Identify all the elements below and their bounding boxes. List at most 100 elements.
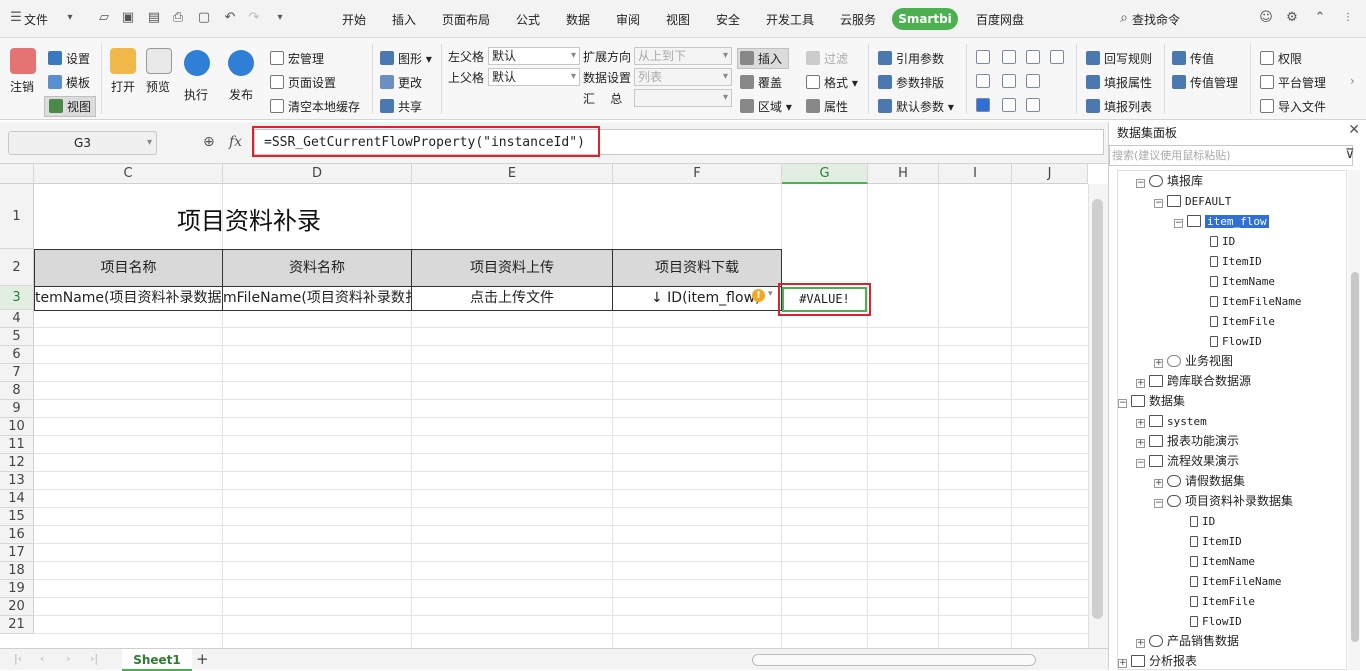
spreadsheet-grid[interactable]: C D E F G H I J 1 2 3 4 5 6 7 8 9 10 11 12 13 14 15… xyxy=(0,164,1108,648)
widget-tree-icon[interactable] xyxy=(1002,74,1016,88)
more-icon[interactable]: ⋮ xyxy=(1340,10,1356,26)
fill-list-button[interactable]: 填报列表 xyxy=(1086,98,1152,115)
fx-icon[interactable]: fx xyxy=(229,134,242,150)
logout-icon[interactable] xyxy=(10,48,36,74)
header-file-name[interactable]: 资料名称 xyxy=(222,249,412,287)
horizontal-scroll-thumb[interactable] xyxy=(752,654,1036,666)
data-setting-select[interactable]: 列表 xyxy=(634,68,732,86)
pass-value-mgmt-button[interactable]: 传值管理 xyxy=(1172,74,1238,91)
row-header-14[interactable]: 14 xyxy=(0,490,34,508)
tree-field-itemid[interactable]: ItemID xyxy=(1210,251,1262,271)
tree-field-id[interactable]: ID xyxy=(1210,231,1235,251)
expand-icon[interactable]: + xyxy=(1118,659,1127,668)
area-button[interactable]: 区域 ▾ xyxy=(740,98,792,115)
open-folder-icon[interactable]: ▱ xyxy=(96,10,112,26)
row-header-18[interactable]: 18 xyxy=(0,562,34,580)
open-button[interactable]: 打开 xyxy=(111,78,135,95)
ribbon-scroll-icon[interactable]: › xyxy=(1350,74,1355,88)
tree-node-datasets[interactable]: − 数据集 xyxy=(1118,391,1185,411)
tree-node-sales[interactable]: + 产品销售数据 xyxy=(1136,631,1239,651)
tab-data[interactable]: 数据 xyxy=(566,11,590,28)
panel-scroll-thumb[interactable] xyxy=(1351,272,1359,642)
collapse-icon[interactable]: − xyxy=(1154,199,1163,208)
row-header-3[interactable]: 3 xyxy=(0,286,34,310)
preview-icon[interactable] xyxy=(146,48,172,74)
tree-node-cross-db[interactable]: + 跨库联合数据源 xyxy=(1136,371,1251,391)
column-header-c[interactable]: C xyxy=(34,164,223,184)
header-download[interactable]: 项目资料下载 xyxy=(612,249,782,287)
permission-button[interactable]: 权限 xyxy=(1260,50,1302,67)
header-project-name[interactable]: 项目名称 xyxy=(34,249,223,287)
row-header-1[interactable]: 1 xyxy=(0,184,34,249)
row-header-13[interactable]: 13 xyxy=(0,472,34,490)
execute-icon[interactable] xyxy=(184,50,210,76)
expand-icon[interactable]: + xyxy=(1136,419,1145,428)
row-header-11[interactable]: 11 xyxy=(0,436,34,454)
tab-baidu-disk[interactable]: 百度网盘 xyxy=(976,11,1024,28)
minimize-icon[interactable]: ⌃ xyxy=(1312,10,1328,26)
print-preview-icon[interactable]: ▢ xyxy=(196,10,212,26)
execute-button[interactable]: 执行 xyxy=(184,86,208,103)
column-header-i[interactable]: I xyxy=(939,164,1012,184)
widget-checkbox-icon[interactable] xyxy=(976,98,990,112)
filter-icon[interactable]: ⊽ xyxy=(1345,147,1355,162)
param-layout-button[interactable]: 参数排版 xyxy=(878,74,944,91)
widget-link-icon[interactable] xyxy=(1002,98,1016,112)
top-parent-select[interactable]: 默认 xyxy=(488,68,580,86)
widget-text-icon[interactable] xyxy=(976,50,990,64)
tree-field-itemname[interactable]: ItemName xyxy=(1210,271,1275,291)
tree-field-itemfile[interactable]: ItemFile xyxy=(1210,311,1275,331)
tree-node-fill-db[interactable]: − 填报库 xyxy=(1136,171,1203,191)
left-parent-select[interactable]: 默认 xyxy=(488,47,580,65)
tree-node-leave-dataset[interactable]: + 请假数据集 xyxy=(1154,471,1245,491)
tree-field-itemfile[interactable]: ItemFile xyxy=(1190,591,1255,611)
row-header-21[interactable]: 21 xyxy=(0,616,34,634)
file-menu[interactable]: 文件 xyxy=(24,11,48,28)
column-header-e[interactable]: E xyxy=(412,164,613,184)
zoom-icon[interactable]: ⊕ xyxy=(203,134,215,150)
expand-icon[interactable]: + xyxy=(1154,479,1163,488)
collapse-icon[interactable]: − xyxy=(1118,399,1127,408)
column-header-j[interactable]: J xyxy=(1012,164,1088,184)
customize-icon[interactable]: ▾ xyxy=(272,10,288,26)
collapse-icon[interactable]: − xyxy=(1136,179,1145,188)
column-header-f[interactable]: F xyxy=(613,164,782,184)
fill-attribute-button[interactable]: 填报属性 xyxy=(1086,74,1152,91)
tab-formula[interactable]: 公式 xyxy=(516,11,540,28)
row-header-20[interactable]: 20 xyxy=(0,598,34,616)
redo-icon[interactable]: ↷ xyxy=(246,10,262,26)
widget-label-icon[interactable] xyxy=(1026,98,1040,112)
row-header-2[interactable]: 2 xyxy=(0,249,34,286)
tree-field-id[interactable]: ID xyxy=(1190,511,1215,531)
writeback-rule-button[interactable]: 回写规则 xyxy=(1086,50,1152,67)
collapse-icon[interactable]: − xyxy=(1174,219,1183,228)
widget-radio-icon[interactable] xyxy=(976,74,990,88)
close-icon[interactable]: ✕ xyxy=(1348,122,1360,138)
tree-node-item-flow[interactable]: − item_flow xyxy=(1174,211,1269,231)
undo-icon[interactable]: ↶ xyxy=(222,10,238,26)
summary-select[interactable] xyxy=(634,89,732,107)
overwrite-button[interactable]: 覆盖 xyxy=(740,74,782,91)
logout-button[interactable]: 注销 xyxy=(10,78,34,95)
save-icon[interactable]: ▣ xyxy=(120,10,136,26)
publish-icon[interactable] xyxy=(228,50,254,76)
preview-button[interactable]: 预览 xyxy=(146,78,170,95)
cell-d3-file-name[interactable]: mFileName(项目资料补录数扌 xyxy=(222,286,412,311)
tab-review[interactable]: 审阅 xyxy=(616,11,640,28)
collapse-icon[interactable]: − xyxy=(1154,499,1163,508)
shape-button[interactable]: 图形 ▾ xyxy=(380,50,432,67)
sheet-tab-sheet1[interactable]: Sheet1 xyxy=(122,649,192,671)
tab-insert[interactable]: 插入 xyxy=(392,11,416,28)
column-header-h[interactable]: H xyxy=(868,164,939,184)
row-header-10[interactable]: 10 xyxy=(0,418,34,436)
format-button[interactable]: 格式 ▾ xyxy=(806,74,858,91)
cell-e3-upload[interactable]: 点击上传文件 xyxy=(411,286,613,311)
add-sheet-icon[interactable]: + xyxy=(196,650,209,668)
import-file-button[interactable]: 导入文件 xyxy=(1260,98,1326,115)
filter-button[interactable]: 过滤 xyxy=(806,50,848,67)
view-button[interactable]: 视图 xyxy=(44,96,97,117)
last-sheet-icon[interactable]: ›| xyxy=(90,652,98,665)
row-header-8[interactable]: 8 xyxy=(0,382,34,400)
gear-icon[interactable]: ⚙ xyxy=(1284,10,1300,26)
tab-page-layout[interactable]: 页面布局 xyxy=(442,11,490,28)
